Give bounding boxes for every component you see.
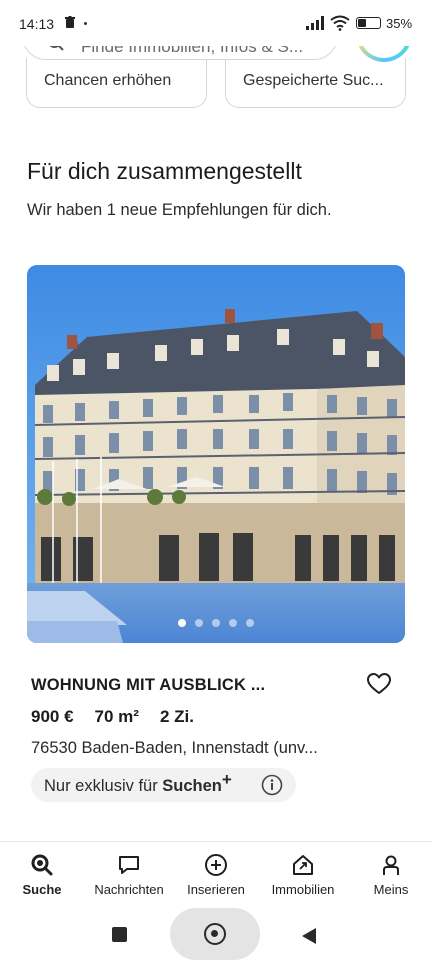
listing-photo[interactable] [27,265,405,643]
battery-percent: 35% [386,16,413,31]
status-time: 14:13 [19,16,55,32]
nav-item-suche[interactable]: Suche [0,842,87,904]
chip-gespeicherte-suchen[interactable]: Gespeicherte Suc... [225,58,406,108]
exclusive-badge: Nur exklusiv für Suchen+ [31,768,296,802]
carousel-dot[interactable] [246,619,254,627]
nav-item-immobilien[interactable]: Immobilien [258,842,348,904]
wifi-icon [330,15,350,31]
nav-item-meins[interactable]: Meins [346,842,432,904]
exclusive-prefix: Nur exklusiv für [44,777,163,795]
exclusive-brand: Suchen [162,777,222,795]
bottom-nav: Suche Nachrichten Inserieren Immobilien … [0,841,432,903]
status-bar: 14:13 35% [0,0,432,46]
recent-apps-button[interactable] [112,927,127,942]
section-subtitle: Wir haben 1 neue Empfehlungen für dich. [27,201,332,219]
notification-dot [84,22,87,25]
exclusive-text: Nur exklusiv für Suchen+ [44,770,232,796]
carousel-dot[interactable] [212,619,220,627]
nav-label: Immobilien [271,882,335,897]
trash-icon [65,16,75,28]
chip-label: Gespeicherte Suc... [243,72,384,89]
home-button[interactable] [170,908,260,960]
chat-icon [119,856,139,874]
listing-address: 76530 Baden-Baden, Innenstadt (unv... [31,739,318,757]
listing-facts: 900 € 70 m² 2 Zi. [31,707,194,727]
info-icon[interactable] [261,774,283,796]
home-icon [204,923,226,945]
plus-circle-icon [205,854,227,876]
listing-price: 900 € [31,707,74,726]
nav-label: Suche [22,882,62,897]
nav-item-inserieren[interactable]: Inserieren [171,842,261,904]
exclusive-plus: + [221,770,232,789]
listing-title[interactable]: WOHNUNG MIT AUSBLICK ... [31,676,265,695]
carousel-dot[interactable] [229,619,237,627]
section-title: Für dich zusammengestellt [27,158,302,184]
listing-area: 70 m² [94,707,139,726]
person-icon [383,855,399,875]
battery-icon [356,17,381,29]
house-icon [293,855,313,875]
chip-chancen-erhoehen[interactable]: Chancen erhöhen [26,58,207,108]
back-button[interactable] [301,927,317,945]
search-icon [31,854,53,876]
signal-icon [306,16,324,30]
carousel-dot[interactable] [178,619,186,627]
carousel-dots[interactable] [27,619,405,627]
nav-label: Nachrichten [94,882,164,897]
system-nav-bar [0,903,432,960]
nav-label: Meins [373,882,409,897]
heart-icon[interactable] [366,672,392,696]
listing-rooms: 2 Zi. [159,707,194,726]
nav-label: Inserieren [187,882,245,897]
nav-item-nachrichten[interactable]: Nachrichten [84,842,174,904]
building-photo [27,265,405,643]
carousel-dot[interactable] [195,619,203,627]
chip-label: Chancen erhöhen [44,72,172,89]
